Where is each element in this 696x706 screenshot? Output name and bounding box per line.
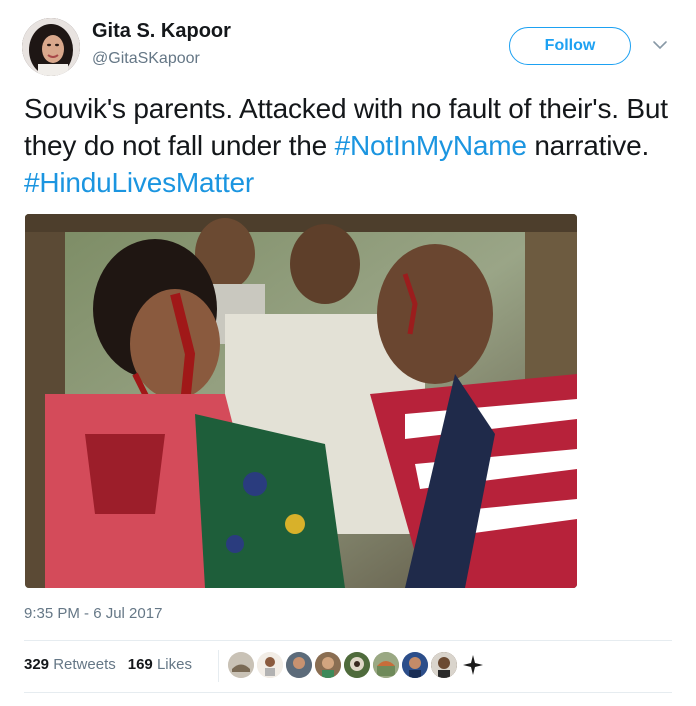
avatar-photo [22,18,80,76]
liker-avatar[interactable] [257,652,283,678]
liker-avatar[interactable] [402,652,428,678]
liker-avatar-icon [431,652,457,678]
photo-image [25,214,577,588]
liker-avatar-icon [257,652,283,678]
liker-avatar-icon [315,652,341,678]
liker-avatar-icon [344,652,370,678]
liker-avatar[interactable] [315,652,341,678]
retweets-label: Retweets [53,656,116,673]
liker-avatar[interactable] [431,652,457,678]
display-name[interactable]: Gita S. Kapoor [92,20,231,43]
user-avatar[interactable] [22,18,80,76]
tweet-photo[interactable] [25,214,577,588]
tweet-card: Gita S. Kapoor @GitaSKapoor Follow Souvi… [0,0,696,706]
retweets-count: 329 [24,656,50,673]
likes-label: Likes [156,656,192,673]
likes-stat[interactable]: 169 Likes [128,656,192,673]
hashtag-link[interactable]: #NotInMyName [335,130,527,161]
tweet-text: Souvik's parents. Attacked with no fault… [24,90,674,201]
hashtag-link[interactable]: #HinduLivesMatter [24,167,254,198]
divider [24,640,672,641]
user-handle[interactable]: @GitaSKapoor [92,50,200,68]
likes-count: 169 [127,656,153,673]
liker-avatar-icon [286,652,312,678]
liker-avatar-icon [402,652,428,678]
liker-avatar-icon [228,652,254,678]
divider [24,692,672,693]
liker-avatar[interactable] [344,652,370,678]
follow-button[interactable]: Follow [509,27,631,65]
liker-avatar[interactable] [460,652,486,678]
liker-avatar[interactable] [228,652,254,678]
liker-avatars [228,652,486,678]
star-compass-icon [460,652,486,678]
liker-avatar[interactable] [373,652,399,678]
stats-divider [218,650,219,682]
tweet-text-part: narrative. [526,130,650,161]
tweet-stats: 329 Retweets 169 Likes [24,656,192,673]
tweet-timestamp[interactable]: 9:35 PM - 6 Jul 2017 [24,605,162,622]
liker-avatar[interactable] [286,652,312,678]
chevron-down-icon[interactable] [651,36,669,54]
liker-avatar-icon [373,652,399,678]
retweets-stat[interactable]: 329 Retweets [24,656,116,673]
